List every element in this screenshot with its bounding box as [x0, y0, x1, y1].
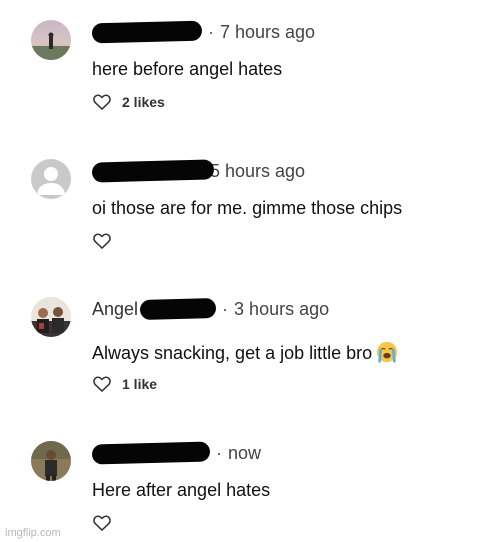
watermark: imgflip.com: [5, 527, 61, 539]
comment-header: Angel · 3 hours ago: [92, 298, 330, 321]
like-row: [92, 230, 112, 252]
redacted-username: [91, 159, 215, 183]
redacted-username: [139, 298, 217, 321]
heart-icon[interactable]: [92, 513, 112, 533]
comment-text: Here after angel hates: [92, 480, 271, 500]
timestamp: 5 hours ago: [210, 160, 306, 181]
comment-text: Always snacking, get a job little bro: [92, 341, 398, 364]
comment-header: · now: [91, 441, 262, 466]
avatar[interactable]: [31, 297, 71, 337]
redacted-username: [91, 441, 211, 465]
like-row: 1 like: [92, 373, 157, 395]
crying-face-emoji: [377, 341, 398, 363]
timestamp: now: [228, 442, 262, 463]
comment-text-content: Always snacking, get a job little bro: [92, 343, 373, 363]
username[interactable]: Angel: [92, 299, 138, 319]
like-row: [92, 512, 112, 534]
timestamp: 3 hours ago: [234, 298, 330, 319]
comment-text: oi those are for me. gimme those chips: [92, 198, 403, 218]
comment-header: 5 hours ago: [91, 159, 306, 184]
like-count[interactable]: 1 like: [122, 376, 157, 392]
avatar[interactable]: [31, 441, 71, 481]
avatar[interactable]: [31, 159, 71, 199]
comment-item: · now Here after angel hates: [0, 0, 500, 531]
heart-icon[interactable]: [92, 374, 112, 394]
heart-icon[interactable]: [92, 231, 112, 251]
